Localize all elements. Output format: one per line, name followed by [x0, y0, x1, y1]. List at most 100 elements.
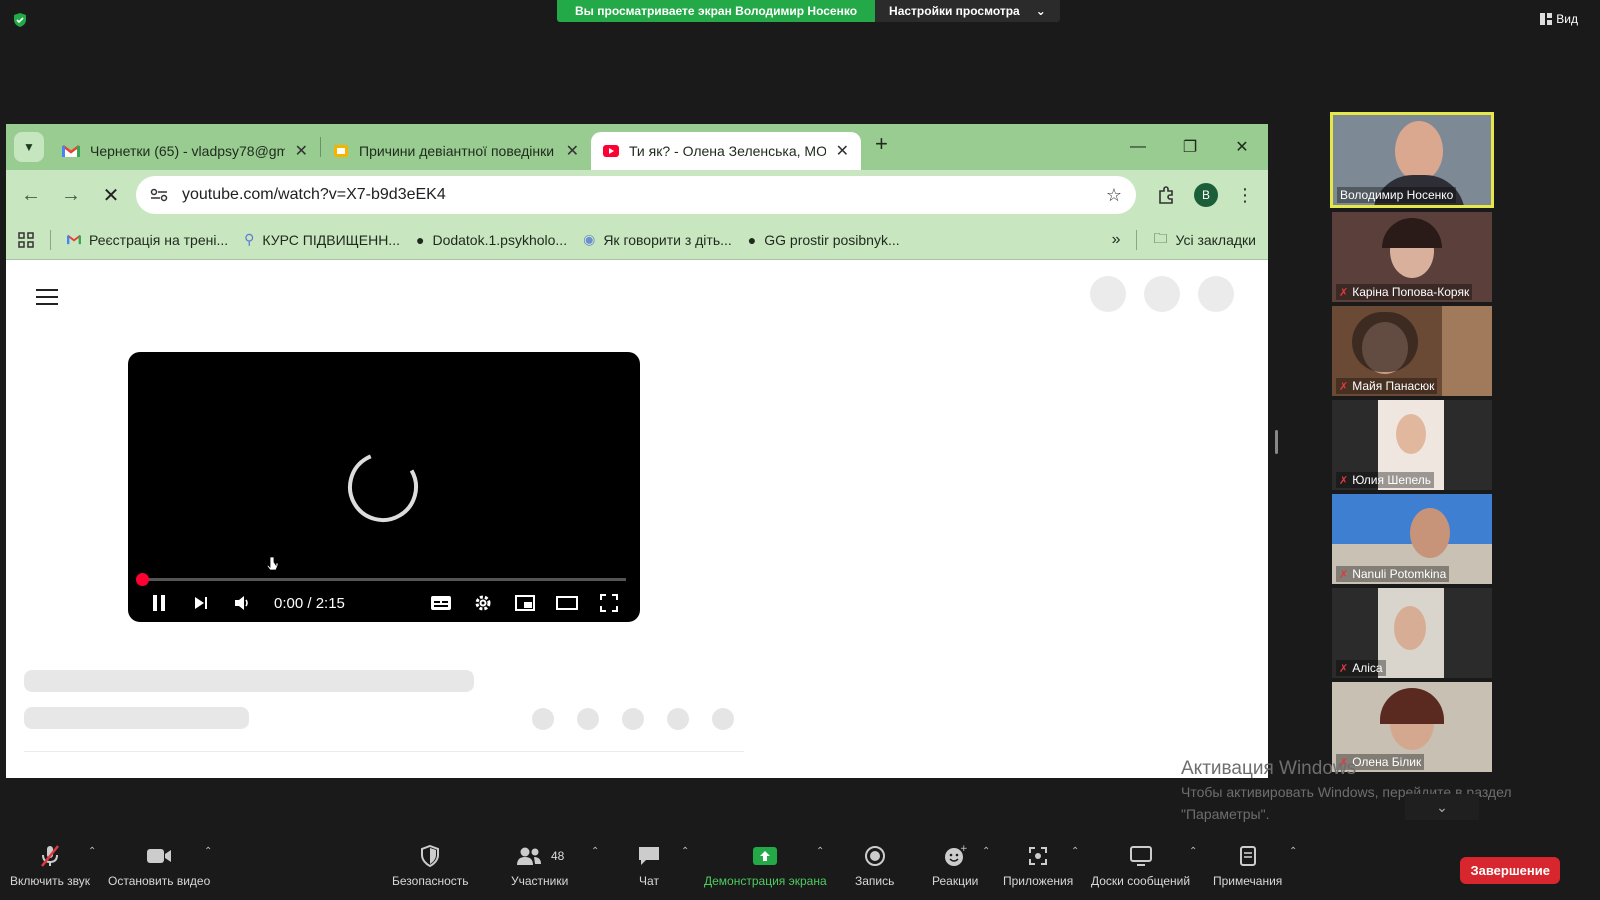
- apps-button[interactable]: Приложения ⌃: [1003, 844, 1079, 888]
- panel-resize-handle[interactable]: [1275, 430, 1278, 454]
- bookmark-item[interactable]: ● Dodatok.1.psykholo...: [416, 232, 567, 248]
- stop-video-label: Остановить видео: [108, 874, 211, 888]
- door-background: [1442, 306, 1492, 396]
- caret-up-icon[interactable]: ⌃: [816, 846, 824, 857]
- caret-up-icon[interactable]: ⌃: [1289, 846, 1297, 857]
- more-menu-icon[interactable]: ⋮: [1236, 185, 1254, 206]
- tab-search-button[interactable]: ▼: [14, 132, 44, 162]
- participant-tile[interactable]: ✗ Аліса: [1332, 588, 1492, 678]
- participant-name-text: Аліса: [1352, 661, 1383, 675]
- participants-label: Участники: [511, 874, 569, 888]
- mouse-cursor-icon: [266, 556, 279, 571]
- bookmark-item[interactable]: Реєстрація на тренi...: [67, 232, 228, 248]
- close-tab-icon[interactable]: ✕: [566, 141, 579, 161]
- progress-bar[interactable]: [136, 573, 626, 586]
- whiteboards-button[interactable]: Доски сообщений ⌃: [1091, 844, 1197, 888]
- participant-tile[interactable]: ✗ Каріна Попова-Коряк: [1332, 212, 1492, 302]
- bookmark-item[interactable]: ● GG prostir posibnyk...: [748, 232, 900, 248]
- site-info-icon[interactable]: [150, 188, 168, 202]
- tab-strip: ▼ Чернетки (65) - vladpsy78@gmail.com ✕ …: [6, 124, 1268, 170]
- action-skeleton: [577, 708, 599, 730]
- all-bookmarks-label: Усі закладки: [1175, 231, 1256, 248]
- volume-icon[interactable]: [232, 592, 254, 614]
- miniplayer-icon[interactable]: [514, 592, 536, 614]
- security-button[interactable]: Безопасность: [392, 844, 469, 888]
- new-tab-icon[interactable]: +: [875, 131, 888, 157]
- tab-slides[interactable]: Причини девіантної поведінки ✕: [321, 132, 591, 170]
- close-window-icon[interactable]: ✕: [1216, 124, 1268, 170]
- tab-youtube[interactable]: Ти як? - Олена Зеленська, МОН ✕: [591, 132, 861, 170]
- participants-icon: [516, 847, 541, 865]
- participant-tile[interactable]: ✗ Nanuli Potomkina: [1332, 494, 1492, 584]
- theater-mode-icon[interactable]: [556, 592, 578, 614]
- pin-icon: ⚲: [244, 231, 255, 247]
- bookmarks-overflow-icon[interactable]: »: [1112, 231, 1121, 249]
- participant-tile[interactable]: ✗ Юлия Шепель: [1332, 400, 1492, 490]
- mic-muted-icon: [41, 845, 59, 867]
- caret-up-icon[interactable]: ⌃: [88, 846, 96, 857]
- mic-muted-icon: ✗: [1339, 662, 1349, 675]
- participant-name-text: Майя Панасюк: [1352, 379, 1435, 393]
- tab-title: Ти як? - Олена Зеленська, МОН: [629, 143, 826, 159]
- scrubber-handle[interactable]: [136, 573, 149, 586]
- participant-tile[interactable]: ✗ Майя Панасюк: [1332, 306, 1492, 396]
- hamburger-menu-icon[interactable]: [36, 284, 58, 310]
- address-bar[interactable]: youtube.com/watch?v=X7-b9d3eEK4 ☆: [136, 176, 1136, 214]
- participants-gallery: Володимир Носенко ✗ Каріна Попова-Коряк ✗…: [1330, 112, 1494, 776]
- notes-button[interactable]: Примечания ⌃: [1213, 844, 1297, 888]
- video-player[interactable]: 0:00 / 2:15: [128, 352, 640, 622]
- stop-loading-icon[interactable]: ✕: [96, 183, 126, 208]
- all-bookmarks-button[interactable]: 🗀 Усі закладки: [1153, 228, 1256, 252]
- close-tab-icon[interactable]: ✕: [295, 141, 308, 161]
- apps-grid-icon[interactable]: [18, 231, 34, 248]
- minimize-icon[interactable]: —: [1112, 124, 1164, 170]
- tab-gmail[interactable]: Чернетки (65) - vladpsy78@gmail.com ✕: [50, 132, 320, 170]
- emoji-reaction-icon: +: [945, 844, 967, 866]
- profile-avatar[interactable]: B: [1194, 183, 1218, 207]
- bookmark-item[interactable]: ⚲ КУРС ПІДВИЩЕНН...: [244, 231, 400, 248]
- chevron-down-icon: ▼: [23, 140, 35, 154]
- share-screen-button[interactable]: Демонстрация экрана ⌃: [704, 844, 827, 888]
- caret-up-icon[interactable]: ⌃: [982, 846, 990, 857]
- close-tab-icon[interactable]: ✕: [836, 141, 849, 161]
- reactions-button[interactable]: + Реакции ⌃: [932, 844, 990, 888]
- caret-up-icon[interactable]: ⌃: [1189, 846, 1197, 857]
- participant-tile[interactable]: Володимир Носенко: [1330, 112, 1494, 208]
- unmute-button[interactable]: Включить звук ⌃: [10, 844, 96, 888]
- fullscreen-icon[interactable]: [598, 592, 620, 614]
- caret-up-icon[interactable]: ⌃: [204, 846, 212, 857]
- participant-face: [1394, 606, 1426, 650]
- stop-video-button[interactable]: Остановить видео ⌃: [108, 844, 212, 888]
- bookmark-divider: [1136, 229, 1138, 250]
- extensions-icon[interactable]: [1156, 185, 1176, 205]
- pause-icon[interactable]: [148, 592, 170, 614]
- end-meeting-button[interactable]: Завершение: [1460, 857, 1560, 884]
- caret-up-icon[interactable]: ⌃: [591, 846, 599, 857]
- subtitles-icon[interactable]: [430, 592, 452, 614]
- participant-name-text: Каріна Попова-Коряк: [1352, 285, 1470, 299]
- participant-name-text: Nanuli Potomkina: [1352, 567, 1447, 581]
- bookmark-star-icon[interactable]: ☆: [1106, 185, 1122, 206]
- browser-toolbar: ← → ✕ youtube.com/watch?v=X7-b9d3eEK4 ☆ …: [6, 170, 1268, 220]
- restore-icon[interactable]: ❐: [1164, 124, 1216, 170]
- record-button[interactable]: Запись: [855, 844, 894, 888]
- svg-text:+: +: [960, 844, 967, 854]
- next-icon[interactable]: [190, 592, 212, 614]
- shield-check-icon[interactable]: [12, 12, 28, 28]
- view-button[interactable]: Вид: [1540, 12, 1578, 26]
- mic-muted-icon: ✗: [1339, 380, 1349, 393]
- chat-button[interactable]: Чат ⌃: [637, 844, 689, 888]
- view-options-button[interactable]: Настройки просмотра ⌄: [875, 0, 1060, 22]
- action-skeleton: [622, 708, 644, 730]
- zoom-meeting-window: Вы просматриваете экран Володимир Носенк…: [0, 0, 1600, 900]
- mic-muted-icon: ✗: [1339, 474, 1349, 487]
- participant-name: Володимир Носенко: [1337, 187, 1457, 203]
- caret-up-icon[interactable]: ⌃: [681, 846, 689, 857]
- gallery-scroll-down-button[interactable]: ⌄: [1405, 794, 1479, 820]
- settings-gear-icon[interactable]: [472, 592, 494, 614]
- bookmark-item[interactable]: ◉ Як говорити з діть...: [583, 231, 732, 248]
- participants-button[interactable]: 48 Участники ⌃: [511, 844, 599, 888]
- forward-arrow-icon[interactable]: →: [56, 184, 86, 207]
- back-arrow-icon[interactable]: ←: [16, 184, 46, 207]
- caret-up-icon[interactable]: ⌃: [1071, 846, 1079, 857]
